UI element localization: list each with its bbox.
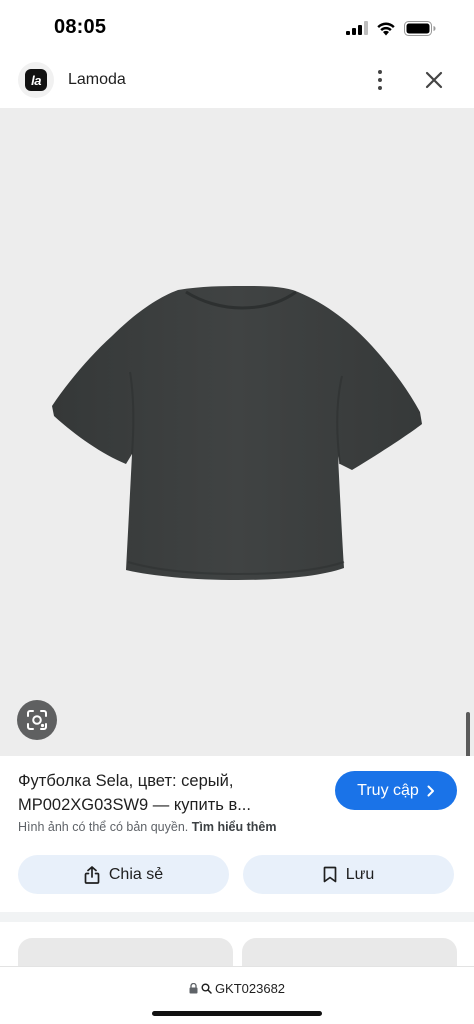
search-icon [201, 983, 212, 994]
cellular-signal-icon [346, 21, 368, 35]
url-content: GKT023682 [0, 981, 474, 996]
close-button[interactable] [420, 66, 448, 94]
learn-more-link[interactable]: Tìm hiểu thêm [192, 820, 277, 834]
home-indicator[interactable] [152, 1011, 322, 1016]
site-logo-text: la [25, 69, 47, 91]
lock-icon [189, 983, 198, 994]
app-header: la Lamoda [0, 56, 474, 108]
save-label: Lưu [345, 865, 375, 883]
result-title-line2: MP002XG03SW9 — купить в... [18, 796, 251, 814]
status-icons [346, 20, 436, 36]
url-bar[interactable]: GKT023682 [0, 966, 474, 1024]
share-label: Chia sẻ [108, 865, 164, 883]
section-divider [0, 912, 474, 922]
bookmark-icon [323, 866, 337, 883]
status-time: 08:05 [54, 16, 107, 38]
battery-icon [404, 20, 436, 36]
share-icon [84, 865, 100, 884]
site-name[interactable]: Lamoda [68, 71, 126, 89]
google-lens-button[interactable] [17, 700, 57, 740]
product-image[interactable] [0, 108, 474, 756]
visit-button[interactable]: Truy cập [335, 771, 457, 810]
visit-label: Truy cập [357, 781, 419, 799]
scroll-indicator [466, 712, 470, 756]
more-options-button[interactable] [368, 66, 392, 94]
more-vert-icon [378, 70, 382, 74]
tshirt-image [52, 286, 422, 580]
save-button[interactable]: Lưu [243, 855, 454, 894]
result-title-line1: Футболка Sela, цвет: серый, [18, 772, 234, 790]
wifi-icon [377, 22, 395, 35]
close-icon [425, 71, 443, 89]
copyright-notice: Hình ảnh có thể có bản quyền. Tìm hiểu t… [18, 820, 276, 834]
url-text: GKT023682 [214, 981, 286, 996]
status-bar: 08:05 [0, 0, 474, 56]
lens-icon [27, 710, 47, 730]
result-title[interactable]: Футболка Sela, цвет: серый, MP002XG03SW9… [18, 769, 318, 817]
copyright-text: Hình ảnh có thể có bản quyền. [18, 820, 189, 834]
chevron-right-icon [427, 785, 434, 796]
site-logo[interactable]: la [18, 62, 54, 98]
share-button[interactable]: Chia sẻ [18, 855, 229, 894]
